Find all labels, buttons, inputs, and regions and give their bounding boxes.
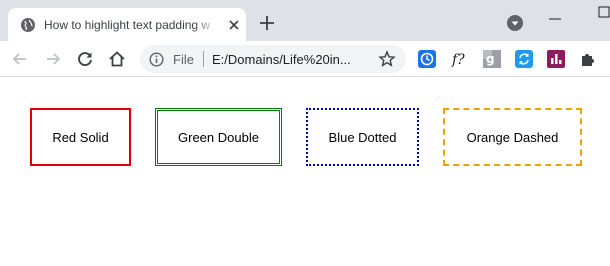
google-extension-icon[interactable]: g bbox=[483, 50, 501, 68]
reload-icon[interactable] bbox=[75, 49, 95, 69]
close-icon[interactable] bbox=[227, 18, 241, 32]
blue-dotted-box: Blue Dotted bbox=[306, 108, 419, 166]
function-extension-icon[interactable]: f? bbox=[451, 50, 469, 68]
browser-toolbar: File E:/Domains/Life%20in... f? g bbox=[0, 41, 610, 77]
star-icon[interactable] bbox=[378, 50, 396, 68]
arrow-right-icon[interactable] bbox=[43, 49, 63, 69]
svg-text:g: g bbox=[486, 52, 495, 66]
home-icon[interactable] bbox=[107, 49, 127, 69]
plus-icon[interactable] bbox=[258, 14, 276, 32]
omnibox[interactable]: File E:/Domains/Life%20in... bbox=[140, 45, 406, 73]
orange-dashed-box: Orange Dashed bbox=[443, 108, 582, 166]
globe-icon bbox=[21, 18, 35, 32]
tab-strip: How to highlight text padding w bbox=[0, 0, 610, 41]
profile-dropdown-icon[interactable] bbox=[506, 14, 524, 32]
omnibox-divider bbox=[203, 51, 204, 67]
url-scheme-label: File bbox=[173, 52, 194, 67]
arrow-left-icon[interactable] bbox=[10, 49, 30, 69]
sync-extension-icon[interactable] bbox=[515, 50, 533, 68]
info-icon[interactable] bbox=[149, 52, 164, 67]
url-text[interactable]: E:/Domains/Life%20in... bbox=[212, 52, 362, 67]
tab-title-fade bbox=[194, 14, 218, 34]
maximize-icon[interactable] bbox=[598, 6, 610, 20]
puzzle-extensions-icon[interactable] bbox=[579, 50, 597, 68]
red-solid-box: Red Solid bbox=[30, 108, 131, 166]
minimize-icon[interactable] bbox=[548, 10, 562, 20]
svg-text:f?: f? bbox=[451, 52, 465, 68]
history-extension-icon[interactable] bbox=[418, 50, 436, 68]
active-tab[interactable]: How to highlight text padding w bbox=[8, 8, 246, 41]
analytics-extension-icon[interactable] bbox=[547, 50, 565, 68]
green-double-box: Green Double bbox=[155, 108, 282, 166]
page-content: Red Solid Green Double Blue Dotted Orang… bbox=[0, 78, 610, 266]
